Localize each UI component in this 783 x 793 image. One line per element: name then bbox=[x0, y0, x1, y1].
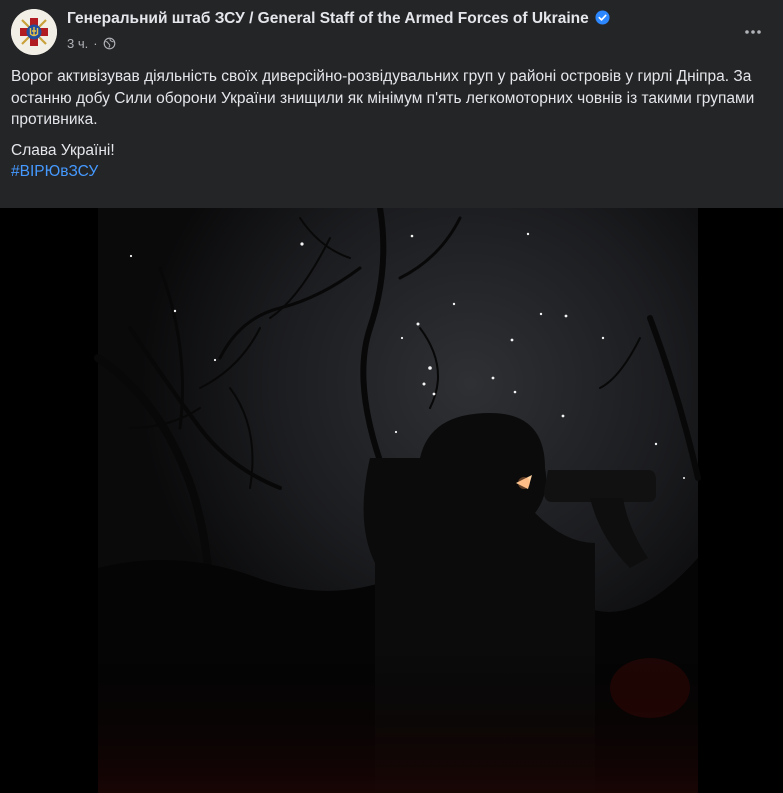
post-text: Ворог активізував діяльність своїх дивер… bbox=[11, 66, 773, 183]
general-staff-emblem-icon bbox=[11, 9, 57, 55]
post-paragraph-closing: Слава Україні! bbox=[11, 141, 115, 159]
page-avatar[interactable] bbox=[11, 9, 57, 55]
post-paragraph: Ворог активізував діяльність своїх дивер… bbox=[11, 68, 755, 128]
post-header: Генеральний штаб ЗСУ / General Staff of … bbox=[0, 0, 783, 64]
page-name[interactable]: Генеральний штаб ЗСУ / General Staff of … bbox=[67, 10, 610, 28]
post-photo[interactable] bbox=[0, 208, 783, 793]
night-soldier-image bbox=[0, 208, 783, 793]
globe-icon[interactable] bbox=[103, 37, 116, 50]
page-name-text[interactable]: Генеральний штаб ЗСУ / General Staff of … bbox=[67, 10, 589, 27]
more-options-icon[interactable] bbox=[735, 14, 771, 50]
verified-badge-icon bbox=[595, 10, 610, 25]
hashtag-link[interactable]: #ВІРЮвЗСУ bbox=[11, 163, 98, 180]
post-meta: 3 ч. · bbox=[67, 36, 116, 51]
post-timestamp[interactable]: 3 ч. bbox=[67, 36, 88, 51]
meta-separator: · bbox=[93, 36, 98, 51]
facebook-post: Генеральний штаб ЗСУ / General Staff of … bbox=[0, 0, 783, 793]
